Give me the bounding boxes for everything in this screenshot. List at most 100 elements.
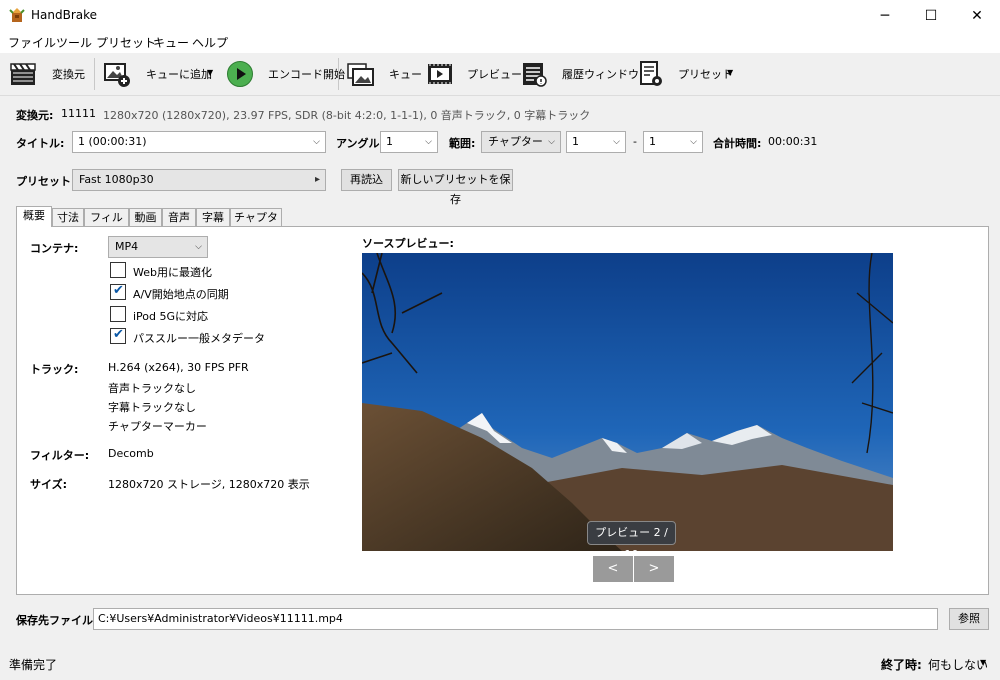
destination-label: 保存先ファイル: bbox=[16, 614, 98, 627]
chevron-down-icon: ⌵ bbox=[548, 137, 555, 147]
queue-button[interactable]: キュー bbox=[389, 66, 422, 82]
source-info: 1280x720 (1280x720), 23.97 FPS, SDR (8-b… bbox=[103, 109, 591, 122]
duration-value: 00:00:31 bbox=[768, 135, 818, 148]
range-separator: - bbox=[633, 135, 637, 148]
menu-queue[interactable]: キュー bbox=[153, 34, 189, 51]
when-done-select[interactable]: 何もしない bbox=[928, 656, 988, 673]
passthru-metadata-label: パススルー一般メタデータ bbox=[133, 332, 265, 345]
chevron-down-icon: ⌵ bbox=[313, 137, 320, 147]
add-queue-dropdown-icon[interactable]: ▼ bbox=[207, 68, 213, 77]
add-to-queue-button[interactable]: キューに追加 bbox=[146, 66, 212, 82]
checkmark-icon: ✔ bbox=[113, 283, 124, 298]
angle-label: アングル: bbox=[336, 137, 384, 150]
preview-counter: プレビュー 2 / 10 bbox=[587, 521, 676, 551]
web-optimize-checkbox[interactable] bbox=[110, 262, 126, 278]
chevron-down-icon: ⌵ bbox=[195, 242, 202, 252]
tab-filters[interactable]: フィルタ bbox=[84, 208, 129, 241]
presets-button[interactable]: プリセット bbox=[678, 66, 733, 82]
status-text: 準備完了 bbox=[9, 658, 58, 672]
chevron-down-icon: ⌵ bbox=[613, 137, 620, 147]
track-subtitles: 字幕トラックなし bbox=[108, 401, 196, 414]
active-tab-joint bbox=[17, 225, 51, 227]
angle-select[interactable]: 1 ⌵ bbox=[380, 131, 438, 153]
source-label: 変換元: bbox=[16, 109, 54, 122]
ipod-5g-label: iPod 5Gに対応 bbox=[133, 310, 209, 323]
passthru-metadata-checkbox[interactable]: ✔ bbox=[110, 327, 126, 344]
ipod-5g-checkbox[interactable] bbox=[110, 306, 126, 322]
when-done-dropdown-icon[interactable]: ▼ bbox=[980, 658, 986, 667]
tab-subtitles[interactable]: 字幕 bbox=[196, 208, 230, 226]
reload-button[interactable]: 再読込 bbox=[341, 169, 392, 191]
handbrake-logo-icon bbox=[9, 7, 25, 23]
title-select[interactable]: 1 (00:00:31) ⌵ bbox=[72, 131, 326, 153]
toolbar-separator bbox=[338, 58, 339, 90]
title-label: タイトル: bbox=[16, 137, 65, 150]
tab-video[interactable]: 動画 bbox=[129, 208, 162, 226]
destination-path-input[interactable]: C:¥Users¥Administrator¥Videos¥11111.mp4 bbox=[93, 608, 938, 630]
range-end-select[interactable]: 1 ⌵ bbox=[643, 131, 703, 153]
queue-icon[interactable] bbox=[347, 60, 375, 88]
start-encode-button[interactable]: エンコード開始 bbox=[268, 66, 345, 82]
menu-presets[interactable]: プリセット bbox=[96, 34, 156, 51]
container-label: コンテナ: bbox=[30, 242, 79, 255]
chevron-down-icon: ⌵ bbox=[690, 137, 697, 147]
source-preview-label: ソースプレビュー: bbox=[362, 237, 454, 250]
preview-icon[interactable] bbox=[426, 60, 454, 88]
save-new-preset-button[interactable]: 新しいプリセットを保存 bbox=[398, 169, 513, 206]
size-value: 1280x720 ストレージ, 1280x720 表示 bbox=[108, 478, 310, 491]
menu-tools[interactable]: ツール bbox=[56, 34, 92, 51]
preview-prev-button[interactable]: < bbox=[593, 556, 633, 582]
tab-audio[interactable]: 音声 bbox=[162, 208, 196, 226]
tracks-label: トラック: bbox=[30, 363, 79, 376]
tab-summary[interactable]: 概要 bbox=[16, 206, 52, 227]
start-encode-icon[interactable] bbox=[226, 60, 254, 88]
source-preview-image: プレビュー 2 / 10 bbox=[362, 253, 893, 551]
clapperboard-icon[interactable] bbox=[9, 60, 37, 88]
title-select-value: 1 (00:00:31) bbox=[78, 135, 147, 148]
activity-log-icon[interactable] bbox=[520, 60, 548, 88]
menu-help[interactable]: ヘルプ bbox=[192, 34, 228, 51]
web-optimize-label: Web用に最適化 bbox=[133, 266, 212, 279]
close-button[interactable]: ✕ bbox=[954, 0, 1000, 31]
filters-value: Decomb bbox=[108, 447, 154, 460]
range-label: 範囲: bbox=[449, 137, 476, 150]
presets-dropdown-icon[interactable]: ▼ bbox=[727, 68, 733, 77]
duration-label: 合計時間: bbox=[713, 137, 762, 150]
range-type-select[interactable]: チャプター ⌵ bbox=[481, 131, 561, 153]
preset-label: プリセット: bbox=[16, 175, 76, 188]
tab-dimensions[interactable]: 寸法 bbox=[52, 208, 84, 226]
checkmark-icon: ✔ bbox=[113, 327, 124, 342]
track-video: H.264 (x264), 30 FPS PFR bbox=[108, 361, 249, 374]
chevron-down-icon: ⌵ bbox=[425, 137, 432, 147]
av-sync-label: A/V開始地点の同期 bbox=[133, 288, 229, 301]
container-value: MP4 bbox=[115, 240, 139, 253]
filters-label: フィルター: bbox=[30, 449, 90, 462]
preset-value: Fast 1080p30 bbox=[79, 173, 154, 186]
open-source-button[interactable]: 変換元 bbox=[52, 66, 85, 82]
range-start-value: 1 bbox=[572, 135, 579, 148]
browse-button[interactable]: 参照 bbox=[949, 608, 989, 630]
track-audio: 音声トラックなし bbox=[108, 382, 196, 395]
angle-select-value: 1 bbox=[386, 135, 393, 148]
minimize-button[interactable]: ─ bbox=[862, 0, 908, 31]
range-start-select[interactable]: 1 ⌵ bbox=[566, 131, 626, 153]
tab-chapters[interactable]: チャプター bbox=[230, 208, 282, 241]
activity-window-button[interactable]: 履歴ウィンドウ bbox=[562, 66, 639, 82]
add-to-queue-icon[interactable] bbox=[103, 60, 131, 88]
preview-button[interactable]: プレビュー bbox=[467, 66, 522, 82]
av-sync-checkbox[interactable]: ✔ bbox=[110, 283, 126, 300]
size-label: サイズ: bbox=[30, 478, 68, 491]
container-select[interactable]: MP4 ⌵ bbox=[108, 236, 208, 258]
range-type-value: チャプター bbox=[488, 135, 543, 148]
when-done-label: 終了時: bbox=[881, 658, 922, 672]
toolbar-separator bbox=[94, 58, 95, 90]
presets-icon[interactable] bbox=[637, 60, 665, 88]
window-title: HandBrake bbox=[31, 8, 98, 22]
range-end-value: 1 bbox=[649, 135, 656, 148]
maximize-button[interactable]: ☐ bbox=[908, 0, 954, 31]
preset-selector[interactable]: Fast 1080p30 ▸ bbox=[72, 169, 326, 191]
track-chapters: チャプターマーカー bbox=[108, 420, 207, 433]
menu-file[interactable]: ファイル bbox=[8, 34, 56, 51]
chevron-right-icon: ▸ bbox=[314, 174, 320, 185]
preview-next-button[interactable]: > bbox=[634, 556, 674, 582]
